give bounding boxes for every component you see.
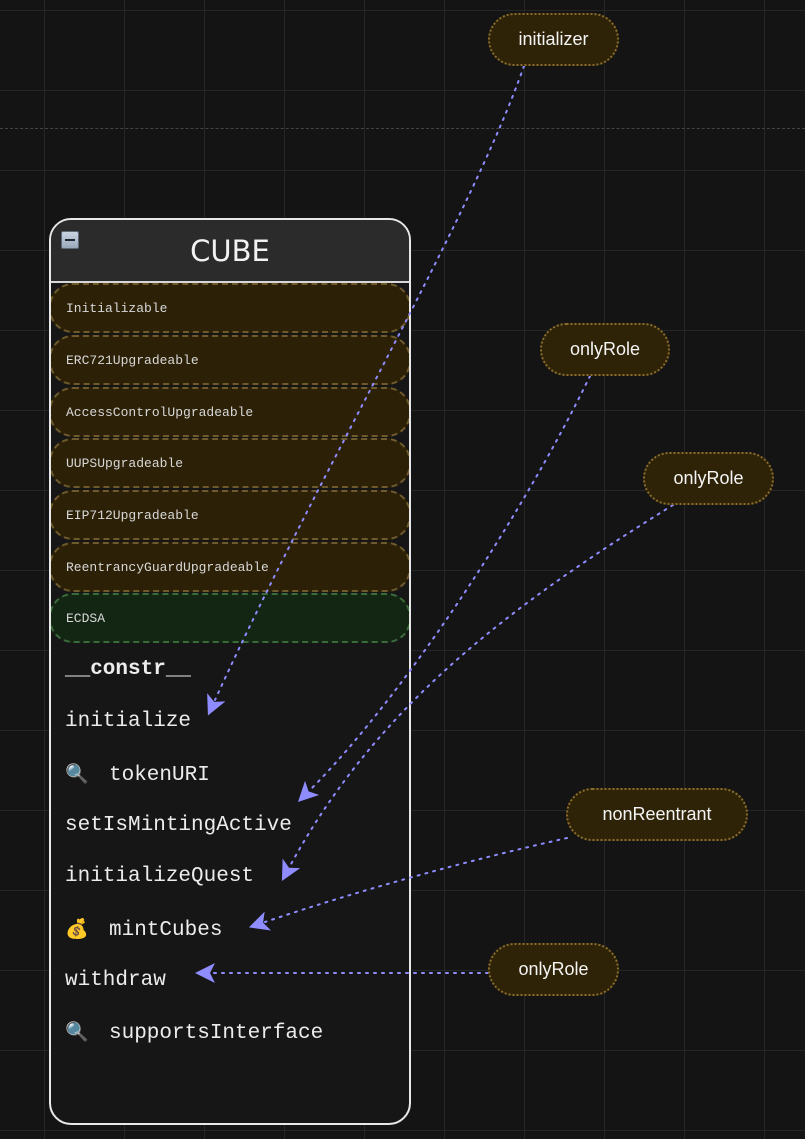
diagram-canvas: CUBE Initializable ERC721Upgradeable Acc… — [0, 0, 805, 1139]
function-label: initialize — [65, 710, 192, 733]
modifier-onlyrole-2[interactable]: onlyRole — [643, 452, 774, 505]
function-setisminting[interactable]: setIsMintingActive — [65, 811, 292, 841]
function-withdraw[interactable]: withdraw — [65, 966, 166, 996]
inheritance-initializable[interactable]: Initializable — [51, 283, 409, 333]
function-mintcubes[interactable]: 💰 mintCubes — [65, 914, 222, 944]
function-supportsinterface[interactable]: 🔍 supportsInterface — [65, 1017, 323, 1047]
money-bag-icon: 💰 — [65, 918, 89, 940]
function-initializequest[interactable]: initializeQuest — [65, 862, 254, 892]
modifier-onlyrole-1[interactable]: onlyRole — [540, 323, 670, 376]
modifier-onlyrole-3[interactable]: onlyRole — [488, 943, 619, 996]
function-label: tokenURI — [109, 764, 210, 787]
contract-node[interactable]: CUBE Initializable ERC721Upgradeable Acc… — [49, 218, 411, 1125]
modifier-initializer[interactable]: initializer — [488, 13, 619, 66]
contract-header: CUBE — [51, 220, 409, 283]
modifier-nonreentrant[interactable]: nonReentrant — [566, 788, 748, 841]
contract-title: CUBE — [190, 234, 270, 268]
function-label: __constr__ — [65, 658, 192, 681]
magnifier-icon: 🔍 — [65, 763, 89, 785]
magnifier-icon: 🔍 — [65, 1021, 89, 1043]
inheritance-ecdsa[interactable]: ECDSA — [51, 593, 409, 643]
cluster-divider — [0, 128, 805, 129]
function-label: mintCubes — [109, 919, 223, 942]
function-initialize[interactable]: initialize — [65, 707, 191, 737]
function-label: withdraw — [65, 969, 166, 992]
function-tokenuri[interactable]: 🔍 tokenURI — [65, 759, 210, 789]
inheritance-eip712upgradeable[interactable]: EIP712Upgradeable — [51, 490, 409, 540]
function-label: initializeQuest — [65, 865, 255, 888]
inheritance-erc721upgradeable[interactable]: ERC721Upgradeable — [51, 335, 409, 385]
function-label: setIsMintingActive — [65, 814, 292, 837]
inheritance-uupsupgradeable[interactable]: UUPSUpgradeable — [51, 438, 409, 488]
inheritance-accesscontrolupgradeable[interactable]: AccessControlUpgradeable — [51, 387, 409, 437]
function-constructor[interactable]: __constr__ — [65, 655, 191, 685]
inheritance-reentrancyguardupgradeable[interactable]: ReentrancyGuardUpgradeable — [51, 542, 409, 592]
function-label: supportsInterface — [109, 1022, 324, 1045]
